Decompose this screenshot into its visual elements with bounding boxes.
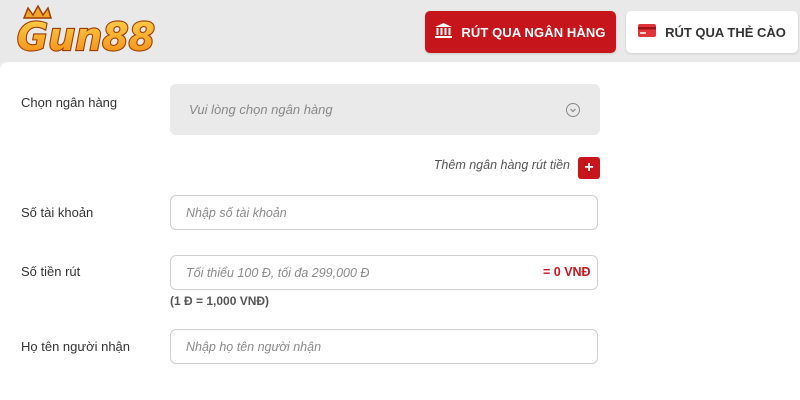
bank-select-label: Chọn ngân hàng <box>21 95 118 110</box>
add-bank-button[interactable]: + <box>578 157 600 179</box>
add-bank-link[interactable]: Thêm ngân hàng rút tiền <box>380 158 570 172</box>
exchange-rate-note: (1 Đ = 1,000 VNĐ) <box>170 294 270 308</box>
chevron-down-icon <box>566 103 580 117</box>
recipient-name-label: Họ tên người nhận <box>21 339 131 354</box>
top-bar: Gun88 RÚT QUA NGÂN HÀNG RÚT QUA THẺ CÀO <box>0 0 800 62</box>
tab-label: RÚT QUA NGÂN HÀNG <box>461 24 606 40</box>
tab-withdraw-card[interactable]: RÚT QUA THẺ CÀO <box>626 11 798 53</box>
amount-input[interactable] <box>170 255 598 290</box>
account-number-label: Số tài khoản <box>21 205 94 220</box>
bank-icon <box>435 23 453 41</box>
amount-conversion: = 0 VNĐ <box>543 265 591 279</box>
bank-select-placeholder: Vui lòng chọn ngân hàng <box>189 102 333 117</box>
gun88-logo: Gun88 <box>6 4 166 62</box>
bank-select[interactable]: Vui lòng chọn ngân hàng <box>170 84 600 135</box>
amount-label: Số tiền rút <box>21 264 81 279</box>
tab-withdraw-bank[interactable]: RÚT QUA NGÂN HÀNG <box>425 11 616 53</box>
tab-label: RÚT QUA THẺ CÀO <box>665 24 786 40</box>
account-number-input[interactable] <box>170 195 598 230</box>
svg-text:Gun88: Gun88 <box>17 15 155 59</box>
recipient-name-input[interactable] <box>170 329 598 364</box>
card-icon <box>638 24 657 40</box>
